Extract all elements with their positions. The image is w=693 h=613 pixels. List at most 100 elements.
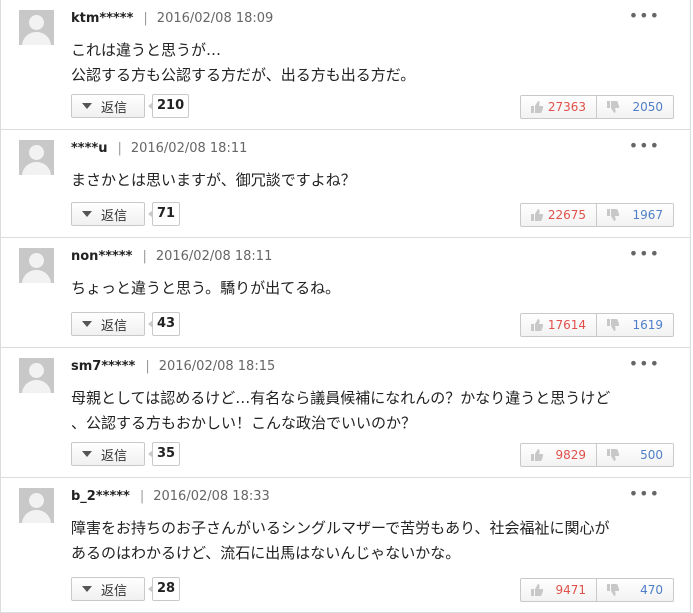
comment-line: 、公認する方もおかしい！こんな政治でいいのか？	[71, 414, 417, 432]
good-count: 17614	[547, 318, 586, 332]
comment-text: まさかとは思いますが、御冗談ですよね？	[71, 168, 671, 193]
thumb-down-icon	[607, 101, 620, 113]
username[interactable]: sm7*****	[71, 359, 135, 374]
comment-text: ちょっと違うと思う。驕りが出てるね。	[71, 276, 671, 301]
avatar[interactable]	[19, 488, 54, 523]
comment-text: これは違うと思うが… 公認する方も公認する方だが、出る方も出る方だ。	[71, 38, 671, 88]
avatar[interactable]	[19, 140, 54, 175]
bad-vote-button[interactable]: 2050	[597, 95, 674, 119]
thumb-up-icon	[531, 209, 544, 221]
good-vote-button[interactable]: 27363	[520, 95, 597, 119]
thumb-up-icon	[531, 584, 544, 596]
bad-count: 1967	[632, 208, 663, 222]
reply-label: 返信	[101, 318, 128, 334]
good-count: 9829	[555, 448, 586, 462]
reply-button[interactable]: 返信	[71, 577, 145, 601]
comment-item: non***** | 2016/02/08 18:11 ••• ちょっと違うと思う。…	[1, 238, 690, 348]
bad-count: 1619	[632, 318, 663, 332]
good-vote-button[interactable]: 9471	[520, 578, 597, 602]
good-count: 27363	[547, 100, 586, 114]
comment-item: sm7***** | 2016/02/08 18:15 ••• 母親としては認めるけ…	[1, 348, 690, 478]
comment-meta: b_2***** | 2016/02/08 18:33	[71, 489, 270, 505]
meta-separator: |	[117, 141, 122, 156]
comment-meta: ****u | 2016/02/08 18:11	[71, 141, 247, 157]
chevron-down-icon	[82, 321, 92, 327]
comment-item: b_2***** | 2016/02/08 18:33 ••• 障害をお持ちのお子さ…	[1, 478, 690, 613]
chevron-down-icon	[82, 451, 92, 457]
vote-buttons: 17614 1619	[520, 313, 674, 337]
more-options-icon[interactable]: •••	[629, 354, 660, 373]
bad-vote-button[interactable]: 1967	[597, 203, 674, 227]
avatar[interactable]	[19, 358, 54, 393]
timestamp: 2016/02/08 18:15	[158, 359, 276, 374]
vote-buttons: 9829 500	[520, 443, 674, 467]
comment-list: ktm***** | 2016/02/08 18:09 ••• これは違うと思うが……	[0, 0, 691, 613]
bad-vote-button[interactable]: 500	[597, 443, 674, 467]
reply-count: 28	[147, 577, 181, 601]
bad-count: 470	[640, 583, 663, 597]
meta-separator: |	[143, 11, 148, 26]
thumb-up-icon	[531, 319, 544, 331]
comment-actions: 返信 210	[71, 93, 190, 119]
avatar[interactable]	[19, 248, 54, 283]
good-count: 9471	[555, 583, 586, 597]
reply-label: 返信	[101, 100, 128, 116]
more-options-icon[interactable]: •••	[629, 136, 660, 155]
comment-line: あるのはわかるけど、流石に出馬はないんじゃないかな。	[71, 544, 461, 562]
comment-line: これは違うと思うが…	[71, 41, 222, 59]
reply-button[interactable]: 返信	[71, 442, 145, 466]
timestamp: 2016/02/08 18:11	[155, 249, 273, 264]
comment-line: 母親としては認めるけど…有名なら議員候補になれんの？かなり違うと思うけど	[71, 389, 611, 407]
reply-label: 返信	[101, 448, 128, 464]
good-vote-button[interactable]: 22675	[520, 203, 597, 227]
bad-vote-button[interactable]: 1619	[597, 313, 674, 337]
bad-count: 500	[640, 448, 663, 462]
username[interactable]: b_2*****	[71, 489, 130, 504]
comment-meta: sm7***** | 2016/02/08 18:15	[71, 359, 275, 375]
comment-actions: 返信 28	[71, 576, 181, 602]
more-options-icon[interactable]: •••	[629, 6, 660, 25]
username[interactable]: non*****	[71, 249, 132, 264]
comment-line: まさかとは思いますが、御冗談ですよね？	[71, 171, 356, 189]
good-vote-button[interactable]: 17614	[520, 313, 597, 337]
thumb-down-icon	[607, 319, 620, 331]
avatar[interactable]	[19, 10, 54, 45]
comment-text: 障害をお持ちのお子さんがいるシングルマザーで苦労もあり、社会福祉に関心が あるの…	[71, 516, 671, 566]
good-vote-button[interactable]: 9829	[520, 443, 597, 467]
comment-line: 障害をお持ちのお子さんがいるシングルマザーで苦労もあり、社会福祉に関心が	[71, 519, 610, 537]
meta-separator: |	[142, 249, 147, 264]
more-options-icon[interactable]: •••	[629, 484, 660, 503]
timestamp: 2016/02/08 18:11	[130, 141, 248, 156]
username[interactable]: ****u	[71, 141, 107, 156]
comment-item: ktm***** | 2016/02/08 18:09 ••• これは違うと思うが……	[1, 0, 690, 130]
meta-separator: |	[145, 359, 150, 374]
vote-buttons: 9471 470	[520, 578, 674, 602]
reply-count: 71	[147, 202, 181, 226]
comment-actions: 返信 35	[71, 441, 181, 467]
vote-buttons: 27363 2050	[520, 95, 674, 119]
reply-count: 35	[147, 442, 181, 466]
reply-button[interactable]: 返信	[71, 94, 145, 118]
timestamp: 2016/02/08 18:33	[153, 489, 270, 504]
username[interactable]: ktm*****	[71, 11, 133, 26]
chevron-down-icon	[82, 103, 92, 109]
comment-text: 母親としては認めるけど…有名なら議員候補になれんの？かなり違うと思うけど 、公認…	[71, 386, 671, 436]
good-count: 22675	[547, 208, 586, 222]
meta-separator: |	[139, 489, 145, 504]
timestamp: 2016/02/08 18:09	[156, 11, 274, 26]
reply-count: 210	[147, 94, 190, 118]
reply-count: 43	[147, 312, 181, 336]
thumb-up-icon	[531, 101, 544, 113]
thumb-down-icon	[607, 449, 620, 461]
comment-line: 公認する方も公認する方だが、出る方も出る方だ。	[71, 66, 416, 84]
more-options-icon[interactable]: •••	[629, 244, 660, 263]
comment-meta: ktm***** | 2016/02/08 18:09	[71, 11, 273, 27]
reply-button[interactable]: 返信	[71, 202, 145, 226]
bad-vote-button[interactable]: 470	[597, 578, 674, 602]
reply-label: 返信	[101, 583, 128, 599]
reply-button[interactable]: 返信	[71, 312, 145, 336]
comment-line: ちょっと違うと思う。驕りが出てるね。	[71, 279, 341, 297]
thumb-up-icon	[531, 449, 544, 461]
bad-count: 2050	[632, 100, 663, 114]
thumb-down-icon	[607, 584, 620, 596]
